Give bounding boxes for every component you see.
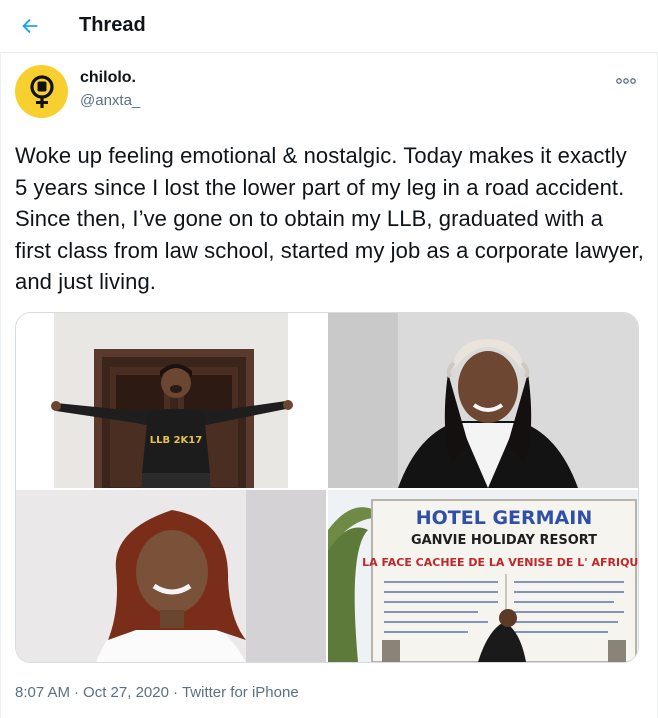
back-button[interactable] — [8, 4, 52, 48]
tweet-source[interactable]: Twitter for iPhone — [182, 684, 299, 701]
sign-line1: HOTEL GERMAIN — [416, 507, 593, 529]
page-title: Thread — [79, 14, 146, 36]
separator: · — [74, 684, 80, 701]
sign-line3: LA FACE CACHEE DE LA VENISE DE L' AFRIQU… — [362, 556, 638, 569]
raised-fist-venus-icon — [29, 74, 54, 108]
photo-portrait[interactable] — [16, 490, 326, 662]
photo-hotel-sign[interactable]: HOTEL GERMAIN GANVIE HOLIDAY RESORT LA F… — [328, 490, 638, 662]
tweet-text: Woke up feeling emotional & nostalgic. T… — [15, 143, 644, 295]
user-handle[interactable]: @anxta_ — [80, 92, 140, 109]
photo-arms-outstretched[interactable]: LLB 2K17 — [16, 313, 326, 488]
sweater-text: LLB 2K17 — [150, 435, 203, 446]
more-options-button[interactable] — [611, 69, 641, 93]
tweet-time[interactable]: 8:07 AM — [15, 684, 70, 701]
photo-lawyer-wig[interactable] — [328, 313, 638, 488]
avatar[interactable] — [15, 65, 68, 118]
tweet-date[interactable]: Oct 27, 2020 — [83, 684, 169, 701]
tweet: chilolo. @anxta_ Woke up feeling emotion… — [0, 53, 658, 718]
more-options-icon — [616, 78, 636, 84]
media-grid: LLB 2K17 HOTEL GERMAIN GANVIE HOLIDAY RE… — [15, 312, 639, 663]
tweet-timestamp: 8:07 AM · Oct 27, 2020 · Twitter for iPhone — [15, 684, 303, 701]
user-name[interactable]: chilolo. — [80, 69, 136, 87]
arrow-left-icon — [22, 18, 38, 34]
thread-header: Thread — [0, 0, 658, 53]
sign-line2: GANVIE HOLIDAY RESORT — [411, 533, 597, 548]
separator: · — [172, 684, 178, 701]
